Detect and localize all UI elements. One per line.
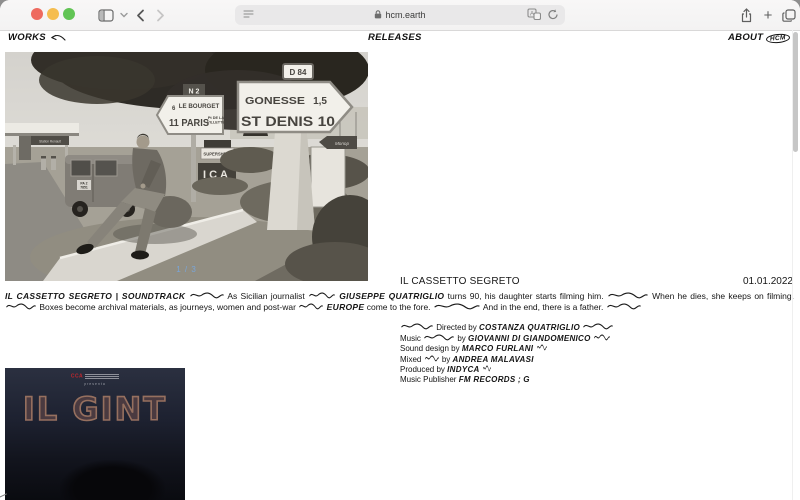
work-date: 01.01.2022 [743, 276, 793, 287]
sidebar-toggle-icon[interactable] [96, 5, 116, 25]
next-work-poster[interactable]: CCA presenta IL GINT [5, 368, 185, 500]
browser-window: hcm.earth A + WORKS RELEASES ABOUTHCM [0, 0, 800, 500]
squiggle-icon [594, 333, 610, 341]
credit-row: Music Publisher FM RECORDS ; G [400, 375, 614, 385]
nav-link-about[interactable]: ABOUTHCM [728, 32, 790, 43]
plain-text: come to the fore. [367, 302, 431, 312]
credit-row: Sound design by MARCO FURLANI [400, 343, 614, 354]
svg-text:Monop: Monop [335, 141, 349, 146]
plain-text: Sound design by [400, 344, 460, 353]
squiggle-icon [309, 291, 335, 299]
svg-text:D 84: D 84 [290, 68, 307, 77]
svg-text:ST DENIS 10: ST DENIS 10 [241, 113, 335, 129]
svg-text:Pt DE LA: Pt DE LA [208, 116, 225, 120]
plain-text: turns 90, his daughter starts filming hi… [448, 291, 604, 301]
squiggle-icon [483, 364, 491, 372]
squiggle-icon [583, 322, 613, 330]
poster-presenta: presenta [5, 382, 185, 386]
svg-text:N 2: N 2 [189, 89, 200, 96]
poster-title: IL GINT [5, 390, 185, 428]
minimize-window-button[interactable] [47, 8, 59, 20]
tab-overview-icon[interactable] [779, 5, 799, 25]
hcm-logo: HCM [766, 33, 790, 44]
address-bar[interactable]: hcm.earth A [235, 5, 565, 25]
work-title: IL CASSETTO SEGRETO [400, 276, 520, 287]
plain-text: As Sicilian journalist [227, 291, 304, 301]
plain-text: Produced by [400, 365, 445, 374]
handwritten-text: GIUSEPPE QUATRIGLIO [339, 291, 444, 301]
lock-icon [374, 10, 382, 21]
squiggle-icon [425, 354, 439, 362]
svg-text:11 PARIS: 11 PARIS [169, 117, 209, 129]
plain-text: When he dies, she keeps on filming. [652, 291, 794, 301]
share-icon[interactable] [736, 5, 756, 25]
forward-button[interactable] [150, 5, 170, 25]
credit-row: Mixed by ANDREA MALAVASI [400, 354, 614, 365]
squiggle-icon [401, 322, 433, 330]
svg-text:Station Renault: Station Renault [39, 140, 61, 144]
new-tab-icon[interactable]: + [758, 5, 778, 25]
squiggle-icon [6, 302, 36, 310]
handwritten-text: INDYCA [447, 365, 479, 374]
work-photo[interactable]: Station Renault PA 2 7851 SUPE [5, 52, 368, 281]
squiggle-icon [537, 343, 547, 351]
nav-link-works[interactable]: WORKS [8, 32, 66, 43]
url-text: hcm.earth [385, 10, 425, 20]
handwritten-text: EUROPE [327, 302, 365, 312]
zoom-window-button[interactable] [63, 8, 75, 20]
poster-tree-silhouette [60, 460, 165, 500]
poster-logo: CCA [71, 374, 83, 380]
svg-text:GONESSE: GONESSE [245, 95, 305, 107]
credits: Directed by COSTANZA QUATRIGLIO Music by… [400, 322, 614, 385]
handwritten-text: G [523, 375, 530, 384]
plain-text: And in the end, there is a father. [483, 302, 604, 312]
credit-row: Produced by INDYCA [400, 364, 614, 375]
plain-text: Directed by [436, 323, 476, 332]
carousel-pagination[interactable]: 1 / 3 [5, 265, 368, 274]
nav-about-label: ABOUT [728, 32, 763, 43]
reload-icon[interactable] [547, 8, 559, 23]
plain-text: Boxes become archival materials, as jour… [39, 302, 296, 312]
nav-releases-label: RELEASES [368, 32, 422, 43]
svg-text:LE BOURGET: LE BOURGET [179, 103, 220, 110]
handwritten-text: COSTANZA QUATRIGLIO [479, 323, 580, 332]
credit-row: Music by GIOVANNI DI GIANDOMENICO [400, 333, 614, 344]
svg-text:VILLETTE: VILLETTE [207, 121, 225, 125]
svg-text:7851: 7851 [80, 186, 88, 190]
close-window-button[interactable] [31, 8, 43, 20]
back-button[interactable] [130, 5, 150, 25]
squiggle-icon [190, 291, 224, 299]
poster-logo-lines [85, 373, 119, 380]
squiggle-icon [299, 302, 323, 310]
plain-text: Music [400, 334, 421, 343]
translate-icon[interactable]: A [527, 8, 541, 23]
handwritten-text: FM RECORDS ; [459, 375, 521, 384]
handwritten-text: IL CASSETTO SEGRETO | SOUNDTRACK [5, 291, 185, 301]
squiggle-icon [424, 333, 454, 341]
handwritten-text: MARCO FURLANI [462, 344, 533, 353]
plain-text: Mixed [400, 355, 421, 364]
poster-logo-row: CCA [5, 373, 185, 380]
nav-link-releases[interactable]: RELEASES [368, 32, 422, 43]
reader-view-icon[interactable] [242, 8, 255, 23]
svg-text:1,5: 1,5 [313, 96, 327, 107]
plain-text: by [442, 355, 450, 364]
squiggle-icon [607, 302, 641, 310]
credit-row: Directed by COSTANZA QUATRIGLIO [400, 322, 614, 333]
arrow-doodle-icon [49, 33, 66, 42]
handwritten-text: GIOVANNI DI GIANDOMENICO [468, 334, 591, 343]
description: IL CASSETTO SEGRETO | SOUNDTRACK As Sici… [5, 291, 794, 312]
handwritten-text: ANDREA MALAVASI [453, 355, 534, 364]
plain-text: by [457, 334, 465, 343]
scrollbar-thumb[interactable] [793, 32, 798, 152]
squiggle-icon [434, 302, 480, 310]
plain-text: Music Publisher [400, 375, 456, 384]
browser-toolbar: hcm.earth A + [0, 0, 800, 31]
squiggle-icon [608, 291, 648, 299]
nav-works-label: WORKS [8, 32, 46, 43]
